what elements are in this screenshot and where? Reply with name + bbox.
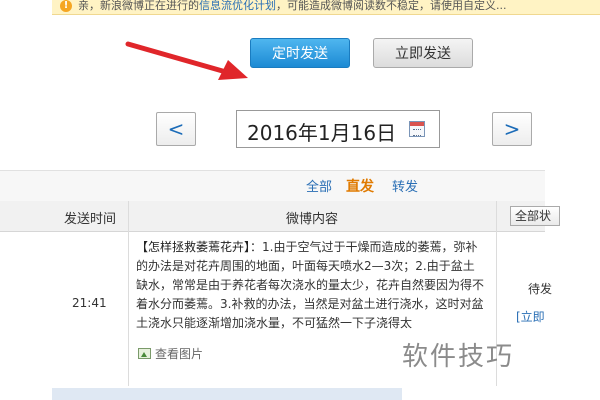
view-images-link[interactable]: 查看图片 xyxy=(138,345,203,362)
date-picker[interactable]: 2016年1月16日 xyxy=(236,110,440,148)
bottom-bar xyxy=(52,388,402,400)
filter-forward[interactable]: 转发 xyxy=(392,176,418,195)
red-arrow-annotation xyxy=(125,41,248,80)
next-day-button[interactable]: > xyxy=(492,112,532,146)
calendar-icon[interactable] xyxy=(409,121,425,137)
send-now-button[interactable]: 立即发送 xyxy=(373,38,473,68)
send-now-link[interactable]: [立即 xyxy=(516,308,545,325)
notice-bar: ! 亲，新浪微博正在进行的信息流优化计划，可能造成微博阅读数不稳定，请使用自定义… xyxy=(52,0,600,15)
notice-text: 亲，新浪微博正在进行的信息流优化计划，可能造成微博阅读数不稳定，请使用自定义..… xyxy=(78,0,507,12)
filter-original[interactable]: 直发 xyxy=(346,176,374,196)
view-images-label: 查看图片 xyxy=(155,347,204,361)
warning-icon: ! xyxy=(60,0,72,12)
filter-strip xyxy=(0,170,545,202)
timed-send-button[interactable]: 定时发送 xyxy=(250,38,350,68)
prev-day-button[interactable]: < xyxy=(156,112,196,146)
status-pending: 待发 xyxy=(528,282,553,296)
date-value: 2016年1月16日 xyxy=(247,121,397,145)
post-send-time: 21:41 xyxy=(72,296,107,310)
column-header-time: 发送时间 xyxy=(64,212,117,227)
image-icon xyxy=(138,348,151,359)
notice-link[interactable]: 信息流优化计划 xyxy=(199,0,276,12)
watermark: 软件技巧 xyxy=(402,342,515,372)
column-header-content: 微博内容 xyxy=(286,212,339,227)
status-filter-select[interactable]: 全部状 xyxy=(510,206,560,226)
filter-all[interactable]: 全部 xyxy=(306,176,332,195)
post-title: 【怎样拯救萎蔫花卉】 xyxy=(136,240,251,254)
post-content: 【怎样拯救萎蔫花卉】：1.由于空气过于干燥而造成的萎蔫，弥补的办法是对花卉周围的… xyxy=(136,238,486,333)
column-divider xyxy=(128,201,129,386)
